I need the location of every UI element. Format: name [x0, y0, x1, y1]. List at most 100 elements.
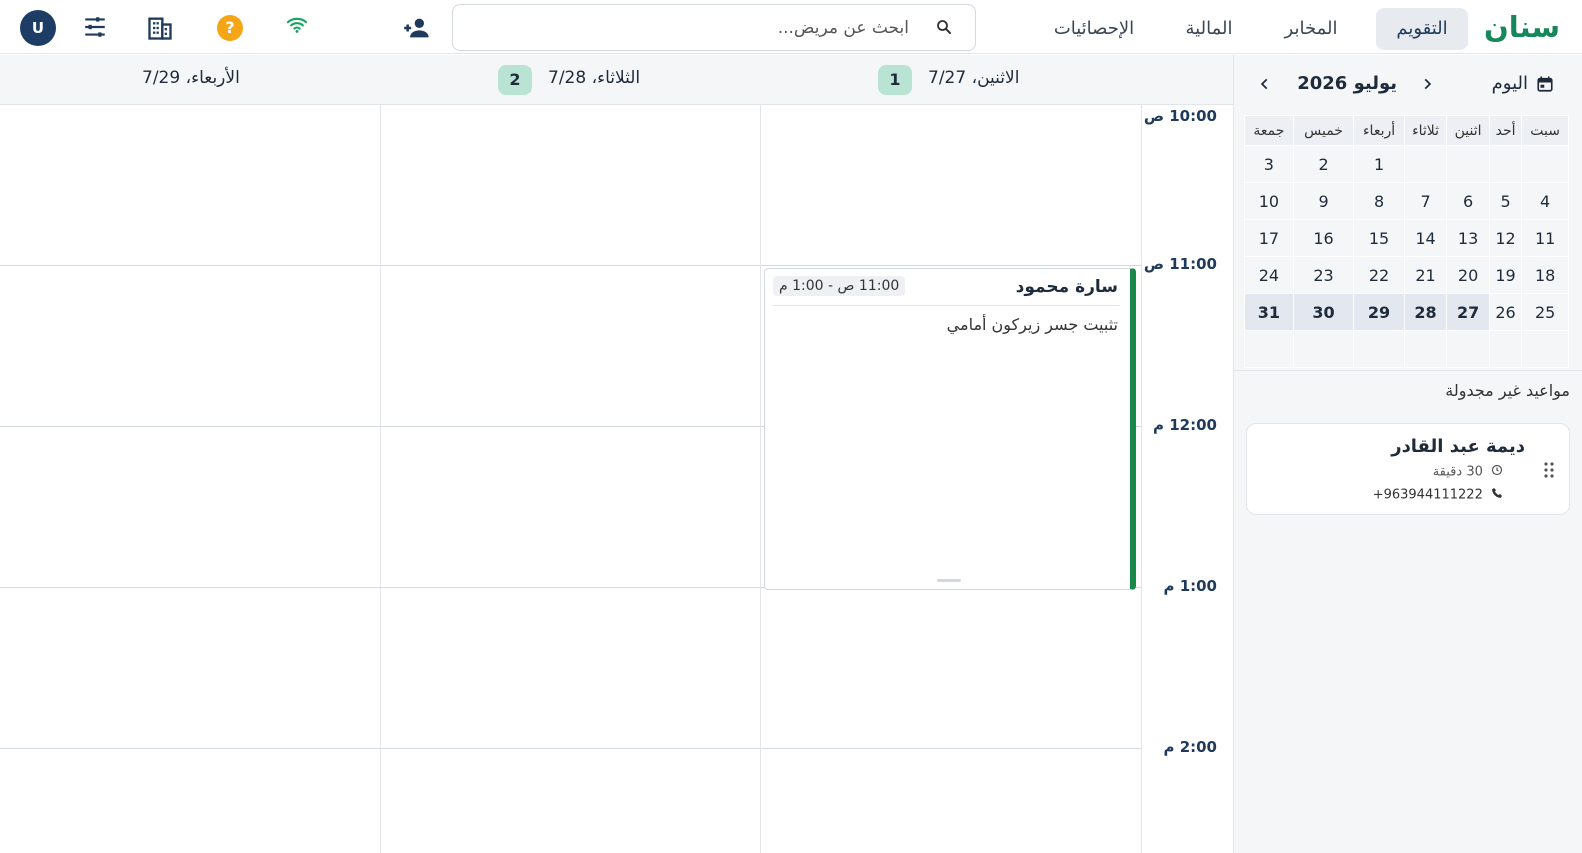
calendar-day[interactable]: 25: [1521, 293, 1569, 331]
brand-logo[interactable]: سنان: [1484, 10, 1560, 44]
day-header-tuesday[interactable]: الثلاثاء، 7/28: [548, 68, 640, 88]
calendar-day[interactable]: 4: [1521, 182, 1569, 220]
calendar-day: [1353, 330, 1405, 368]
calendar-day[interactable]: 13: [1446, 219, 1490, 257]
avatar[interactable]: U: [20, 10, 56, 46]
calendar-day: [1446, 330, 1490, 368]
calendar-day[interactable]: 20: [1446, 256, 1490, 294]
calendar-header: 1 الاثنين، 7/27 2 الثلاثاء، 7/28 الأربعا…: [0, 55, 1233, 105]
weekday-label: ثلاثاء: [1403, 115, 1448, 146]
calendar-day[interactable]: [1521, 145, 1569, 183]
calendar-day[interactable]: 10: [1244, 182, 1294, 220]
duration-label: 30 دقيقة: [1432, 464, 1483, 480]
day-count-badge: 1: [878, 65, 912, 95]
calendar-day[interactable]: 19: [1488, 256, 1523, 294]
time-label: 1:00 م: [1163, 577, 1217, 595]
calendar-day: [1292, 330, 1355, 368]
calendar-day-current-week[interactable]: 27: [1446, 293, 1490, 331]
calendar-day-current-week[interactable]: 29: [1353, 293, 1405, 331]
calendar-day[interactable]: 5: [1488, 182, 1523, 220]
calendar-day[interactable]: [1403, 145, 1448, 183]
calendar-day[interactable]: 7: [1403, 182, 1448, 220]
search-box[interactable]: [452, 4, 976, 51]
month-label: يوليو 2026: [1297, 73, 1397, 94]
week-grid[interactable]: 10:00 ص 11:00 ص 12:00 م 1:00 م 2:00 م سا…: [0, 105, 1233, 853]
search-input[interactable]: [489, 14, 909, 42]
calendar-day: [1403, 330, 1448, 368]
tab-calendar[interactable]: التقويم: [1376, 8, 1468, 50]
calendar-day[interactable]: 24: [1244, 256, 1294, 294]
phone-text: +963944111222: [1373, 487, 1503, 503]
time-label: 2:00 م: [1163, 738, 1217, 756]
weekday-label: أحد: [1488, 115, 1523, 146]
unscheduled-appointment-card[interactable]: ديمة عبد القادر 30 دقيقة +963944111222: [1246, 423, 1570, 515]
app-root: سنان التقويم المخابر المالية الإحصائيات …: [0, 0, 1582, 853]
calendar-day-current-week[interactable]: 30: [1292, 293, 1355, 331]
calendar-day: [1488, 330, 1523, 368]
tab-labs[interactable]: المخابر: [1266, 8, 1356, 50]
day-header-wednesday[interactable]: الأربعاء، 7/29: [142, 68, 240, 88]
time-label: 10:00 ص: [1143, 107, 1217, 125]
phone-icon: [1491, 487, 1503, 503]
calendar-day[interactable]: 26: [1488, 293, 1523, 331]
weekday-label: اثنين: [1446, 115, 1490, 146]
calendar-day: [1244, 330, 1294, 368]
add-person-icon[interactable]: [403, 14, 431, 42]
day-count-badge: 2: [498, 65, 532, 95]
weekday-label: خميس: [1292, 115, 1355, 146]
appointment-time: 11:00 ص - 1:00 م: [773, 276, 906, 296]
wifi-icon: [286, 14, 314, 42]
help-icon[interactable]: ?: [217, 15, 243, 41]
calendar-day[interactable]: 21: [1403, 256, 1448, 294]
prev-month-button[interactable]: [1412, 69, 1442, 99]
calendar-day: [1521, 330, 1569, 368]
patient-name: ديمة عبد القادر: [1391, 436, 1525, 457]
calendar-day[interactable]: 8: [1353, 182, 1405, 220]
divider: [773, 305, 1119, 306]
building-icon[interactable]: [146, 14, 174, 42]
calendar-day[interactable]: 2: [1292, 145, 1355, 183]
calendar-day[interactable]: [1446, 145, 1490, 183]
clock-icon: [1491, 464, 1503, 480]
drag-handle-icon[interactable]: [1543, 461, 1555, 483]
divider: [1234, 370, 1582, 371]
top-bar: سنان التقويم المخابر المالية الإحصائيات …: [0, 0, 1582, 54]
calendar-day[interactable]: 12: [1488, 219, 1523, 257]
appointment-description: تثبيت جسر زيركون أمامي: [946, 315, 1118, 334]
time-column: 10:00 ص 11:00 ص 12:00 م 1:00 م 2:00 م: [1141, 105, 1233, 853]
calendar-day-current-week[interactable]: 31: [1244, 293, 1294, 331]
calendar-day[interactable]: 15: [1353, 219, 1405, 257]
calendar-day[interactable]: 17: [1244, 219, 1294, 257]
tab-finance[interactable]: المالية: [1166, 8, 1252, 50]
weekday-label: جمعة: [1244, 115, 1294, 146]
search-icon: [935, 18, 953, 40]
calendar-icon: [1536, 75, 1554, 98]
duration-text: 30 دقيقة: [1433, 464, 1503, 480]
calendar-day[interactable]: 11: [1521, 219, 1569, 257]
calendar-day-current-week[interactable]: 28: [1403, 293, 1448, 331]
calendar-day[interactable]: 16: [1292, 219, 1355, 257]
calendar-day[interactable]: [1488, 145, 1523, 183]
calendar-day[interactable]: 22: [1353, 256, 1405, 294]
hour-line: [0, 748, 1141, 749]
calendar-day[interactable]: 6: [1446, 182, 1490, 220]
appointment-card[interactable]: سارة محمود 11:00 ص - 1:00 م تثبيت جسر زي…: [764, 268, 1136, 590]
tab-statistics[interactable]: الإحصائيات: [1034, 8, 1154, 50]
calendar-day[interactable]: 9: [1292, 182, 1355, 220]
day-divider: [760, 105, 761, 853]
calendar-day[interactable]: 14: [1403, 219, 1448, 257]
today-button[interactable]: اليوم: [1492, 73, 1554, 94]
day-header-monday[interactable]: الاثنين، 7/27: [928, 68, 1019, 88]
resize-handle[interactable]: [937, 579, 961, 582]
day-divider: [380, 105, 381, 853]
sliders-icon[interactable]: [82, 14, 110, 42]
phone-number: +963944111222: [1372, 487, 1483, 503]
calendar-day[interactable]: 18: [1521, 256, 1569, 294]
calendar-day[interactable]: 1: [1353, 145, 1405, 183]
sidebar: اليوم يوليو 2026 سبت أحد اثنين ثلاثاء أر…: [1233, 55, 1582, 853]
calendar-day[interactable]: 3: [1244, 145, 1294, 183]
calendar-day[interactable]: 23: [1292, 256, 1355, 294]
next-month-button[interactable]: [1250, 69, 1280, 99]
time-label: 12:00 م: [1153, 416, 1217, 434]
appointment-patient-name: سارة محمود: [1015, 277, 1118, 297]
